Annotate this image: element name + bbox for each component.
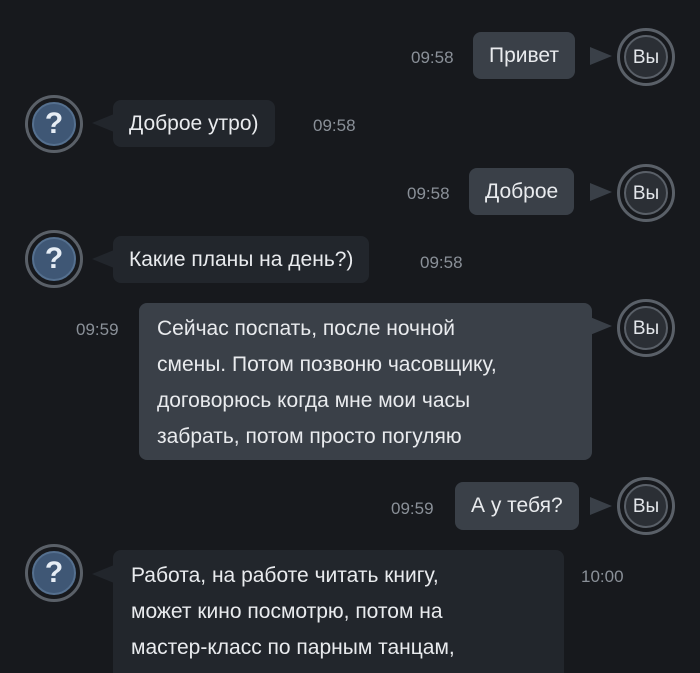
my-avatar-label: Вы xyxy=(632,182,660,204)
my-avatar-label: Вы xyxy=(632,317,660,339)
message-text: Привет xyxy=(489,44,560,67)
bubble-tail xyxy=(590,497,612,515)
message-bubble-outgoing[interactable]: Сейчас поспать, после ночной смены. Пото… xyxy=(139,303,592,460)
my-avatar[interactable]: Вы xyxy=(617,299,675,357)
my-avatar[interactable]: Вы xyxy=(617,477,675,535)
message-text-line: мастер-класс по парным танцам, xyxy=(131,636,455,659)
bubble-tail xyxy=(590,183,612,201)
question-mark-icon: ? xyxy=(44,242,64,275)
message-text-line: Сейчас поспать, после ночной xyxy=(157,317,455,340)
message-text-line: договорюсь когда мне мои часы xyxy=(157,389,471,412)
message-text: Доброе xyxy=(485,180,559,203)
message-time: 09:59 xyxy=(76,320,119,339)
message-bubble-outgoing[interactable]: А у тебя? xyxy=(455,482,579,530)
bubble-tail xyxy=(92,250,114,268)
message-time: 10:00 xyxy=(581,567,624,586)
message-time: 09:59 xyxy=(391,499,434,518)
message-text-line: Работа, на работе читать книгу, xyxy=(131,564,439,587)
unknown-user-avatar[interactable]: ? xyxy=(25,230,83,288)
message-bubble-incoming[interactable]: Доброе утро) xyxy=(113,100,275,147)
message-text: А у тебя? xyxy=(471,494,563,517)
message-time: 09:58 xyxy=(420,253,463,272)
message-text-line: может кино посмотрю, потом на xyxy=(131,600,443,623)
bubble-tail xyxy=(590,317,612,335)
unknown-user-avatar[interactable]: ? xyxy=(25,544,83,602)
bubble-tail xyxy=(590,47,612,65)
message-text-line: смены. Потом позвоню часовщику, xyxy=(157,353,497,376)
message-text-line: забрать, потом просто погуляю xyxy=(157,425,462,448)
question-mark-icon: ? xyxy=(44,107,64,140)
message-time: 09:58 xyxy=(313,116,356,135)
chat-message-list[interactable]: 09:58 Привет Вы ? Доброе утро) 09:58 09:… xyxy=(0,0,700,673)
my-avatar-label: Вы xyxy=(632,46,660,68)
message-text: Какие планы на день?) xyxy=(129,248,354,271)
bubble-tail xyxy=(92,114,114,132)
my-avatar-label: Вы xyxy=(632,495,660,517)
message-text: Доброе утро) xyxy=(129,112,259,135)
message-bubble-outgoing[interactable]: Доброе xyxy=(469,168,575,215)
unknown-user-avatar[interactable]: ? xyxy=(25,95,83,153)
message-time: 09:58 xyxy=(411,48,454,67)
message-time: 09:58 xyxy=(407,184,450,203)
message-bubble-incoming[interactable]: Какие планы на день?) xyxy=(113,236,370,283)
my-avatar[interactable]: Вы xyxy=(617,164,675,222)
question-mark-icon: ? xyxy=(44,556,64,589)
bubble-tail xyxy=(92,565,114,583)
message-bubble-incoming[interactable]: Работа, на работе читать книгу, может ки… xyxy=(113,550,564,673)
message-bubble-outgoing[interactable]: Привет xyxy=(473,32,576,79)
my-avatar[interactable]: Вы xyxy=(617,28,675,86)
